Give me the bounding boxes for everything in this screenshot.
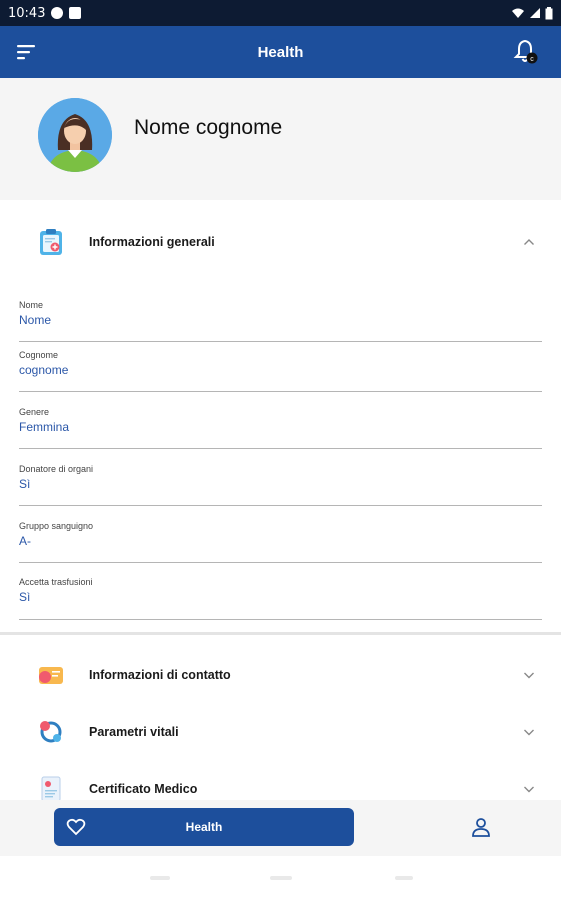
signal-icon	[530, 8, 540, 18]
system-back-button[interactable]	[150, 876, 170, 880]
app-bar: Health c	[0, 26, 561, 78]
avatar	[38, 98, 112, 172]
system-home-button[interactable]	[270, 876, 292, 880]
field-cognome[interactable]: Cognome cognome	[19, 350, 542, 392]
profile-name: Nome cognome	[134, 116, 283, 139]
section-divider	[0, 632, 561, 635]
page-title: Health	[257, 43, 304, 61]
field-value: Nome	[19, 313, 52, 327]
wifi-icon	[512, 8, 524, 18]
section-contact-info-header[interactable]: Informazioni di contatto	[0, 645, 561, 705]
chevron-up-icon[interactable]	[523, 236, 535, 248]
person-icon[interactable]	[470, 816, 492, 838]
field-label: Nome	[19, 300, 44, 310]
contact-card-icon	[39, 667, 63, 684]
battery-icon	[545, 6, 553, 19]
status-time: 10:43	[8, 5, 46, 21]
system-recents-button[interactable]	[395, 876, 413, 880]
chevron-down-icon[interactable]	[523, 783, 535, 795]
vital-signs-icon	[40, 721, 62, 743]
field-value: Sì	[19, 477, 31, 491]
field-value: Sì	[19, 590, 31, 604]
field-donatore-organi[interactable]: Donatore di organi Sì	[19, 464, 542, 506]
sd-card-icon	[69, 7, 82, 19]
field-value: A-	[19, 534, 31, 548]
bottom-navigation: Health	[0, 800, 561, 856]
avatar-icon	[38, 98, 112, 172]
field-label: Genere	[19, 407, 50, 417]
status-bar: 10:43	[0, 0, 561, 26]
field-accetta-trasfusioni[interactable]: Accetta trasfusioni Sì	[19, 577, 542, 620]
profile-header: Nome cognome	[0, 78, 561, 200]
heart-icon	[66, 818, 86, 836]
field-value: cognome	[19, 363, 69, 377]
field-gruppo-sanguigno[interactable]: Gruppo sanguigno A-	[19, 521, 542, 563]
system-navigation-bar	[0, 856, 561, 900]
nav-health-label: Health	[185, 820, 223, 834]
clipboard-medical-icon	[40, 229, 62, 255]
field-value: Femmina	[19, 420, 70, 434]
section-label: Parametri vitali	[89, 725, 179, 739]
section-vital-signs-header[interactable]: Parametri vitali	[0, 702, 561, 762]
field-genere[interactable]: Genere Femmina	[19, 407, 542, 449]
menu-icon[interactable]	[16, 42, 38, 62]
field-label: Gruppo sanguigno	[19, 521, 94, 531]
field-label: Donatore di organi	[19, 464, 94, 474]
bell-badge: c	[530, 56, 534, 63]
field-label: Accetta trasfusioni	[19, 577, 93, 587]
section-general-info-header[interactable]: Informazioni generali	[0, 212, 561, 272]
field-nome[interactable]: Nome Nome	[19, 300, 542, 342]
notification-p-icon	[51, 7, 64, 19]
section-label: Certificato Medico	[89, 782, 198, 796]
section-label: Informazioni di contatto	[89, 668, 231, 682]
section-label: Informazioni generali	[89, 235, 215, 249]
field-label: Cognome	[19, 350, 59, 360]
chevron-down-icon[interactable]	[523, 726, 535, 738]
nav-health-button[interactable]: Health	[54, 808, 354, 846]
bell-icon[interactable]: c	[513, 38, 539, 66]
chevron-down-icon[interactable]	[523, 669, 535, 681]
